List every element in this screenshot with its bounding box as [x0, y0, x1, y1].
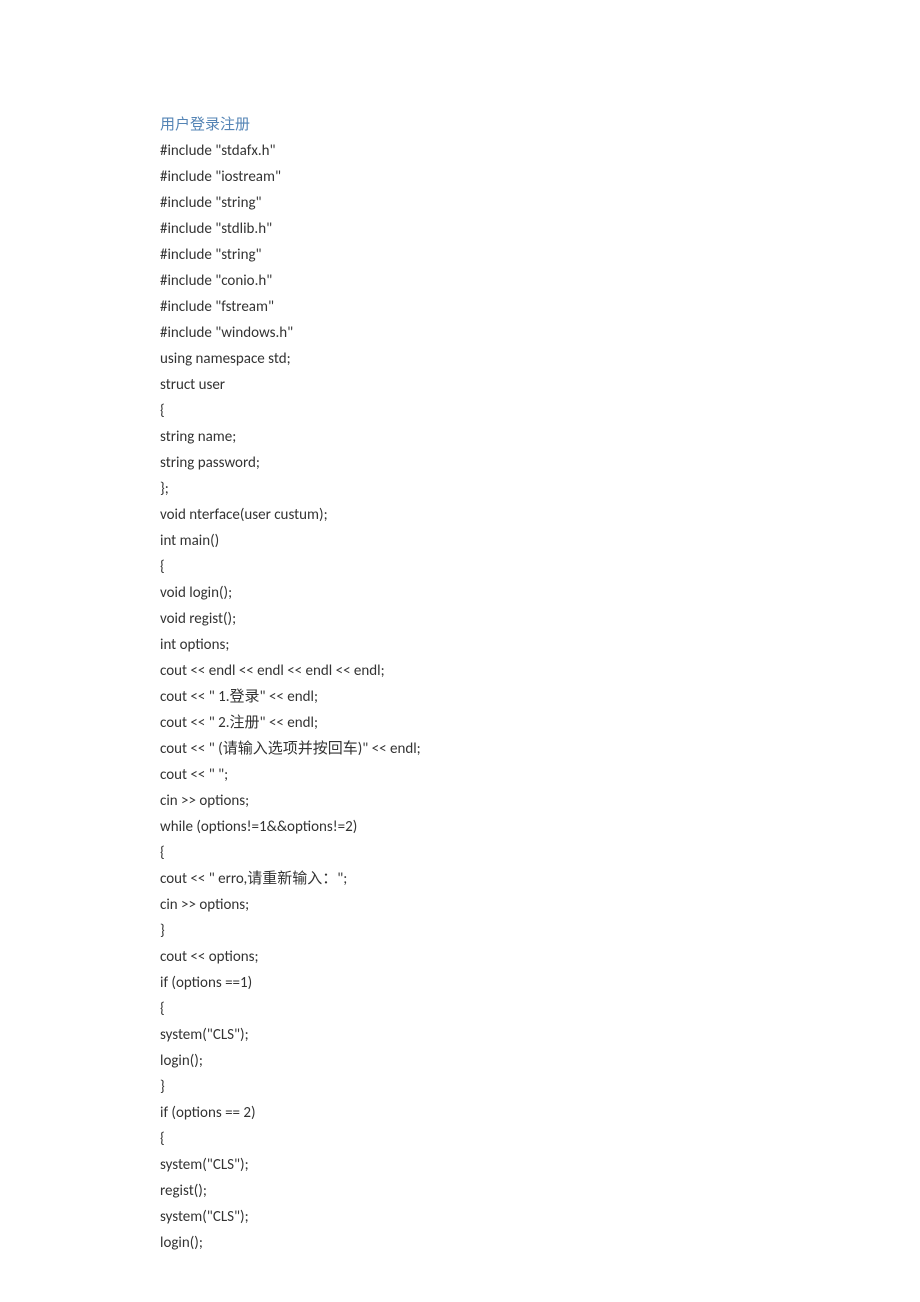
code-line: system("CLS"); — [160, 1204, 800, 1230]
code-line: int main() — [160, 528, 800, 554]
code-line: regist(); — [160, 1178, 800, 1204]
code-line: string name; — [160, 424, 800, 450]
code-line: } — [160, 1074, 800, 1100]
code-line: cout << " 1.登录" << endl; — [160, 684, 800, 710]
code-line: void regist(); — [160, 606, 800, 632]
code-line: } — [160, 918, 800, 944]
code-line: using namespace std; — [160, 346, 800, 372]
code-line: cin >> options; — [160, 788, 800, 814]
code-line: #include "string" — [160, 242, 800, 268]
code-line: struct user — [160, 372, 800, 398]
code-line: login(); — [160, 1048, 800, 1074]
code-line: #include "windows.h" — [160, 320, 800, 346]
code-line: #include "fstream" — [160, 294, 800, 320]
code-line: login(); — [160, 1230, 800, 1256]
code-line: cin >> options; — [160, 892, 800, 918]
code-line: cout << " 2.注册" << endl; — [160, 710, 800, 736]
code-line: void login(); — [160, 580, 800, 606]
code-line: if (options == 2) — [160, 1100, 800, 1126]
code-line: string password; — [160, 450, 800, 476]
code-line: cout << " erro,请重新输入："; — [160, 866, 800, 892]
code-line: cout << " "; — [160, 762, 800, 788]
code-line: #include "conio.h" — [160, 268, 800, 294]
code-line: { — [160, 1126, 800, 1152]
code-line: cout << options; — [160, 944, 800, 970]
code-line: cout << " (请输入选项并按回车)" << endl; — [160, 736, 800, 762]
code-line: #include "string" — [160, 190, 800, 216]
code-line: { — [160, 996, 800, 1022]
code-line: { — [160, 398, 800, 424]
code-line: { — [160, 554, 800, 580]
code-line: #include "stdlib.h" — [160, 216, 800, 242]
code-line: void nterface(user custum); — [160, 502, 800, 528]
document-page: 用户登录注册 #include "stdafx.h" #include "ios… — [0, 0, 920, 1256]
code-line: if (options ==1) — [160, 970, 800, 996]
code-line: { — [160, 840, 800, 866]
code-line: while (options!=1&&options!=2) — [160, 814, 800, 840]
code-line: system("CLS"); — [160, 1022, 800, 1048]
code-line: system("CLS"); — [160, 1152, 800, 1178]
code-line: cout << endl << endl << endl << endl; — [160, 658, 800, 684]
code-line: #include "stdafx.h" — [160, 138, 800, 164]
code-line: }; — [160, 476, 800, 502]
document-title: 用户登录注册 — [160, 112, 800, 138]
code-line: #include "iostream" — [160, 164, 800, 190]
code-line: int options; — [160, 632, 800, 658]
